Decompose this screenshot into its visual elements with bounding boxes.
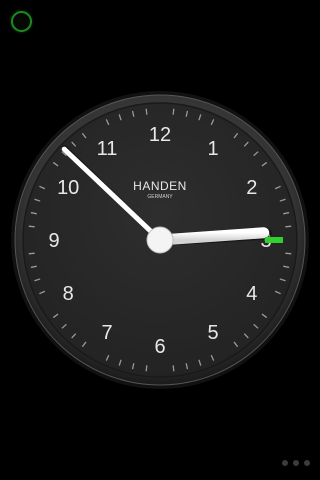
hour-numeral: 5 (207, 322, 218, 344)
analog-clock: 121234567891011 HANDEN GERMANY (10, 90, 310, 390)
minute-tick (172, 365, 175, 372)
minute-tick (285, 225, 292, 228)
page-indicator (282, 460, 310, 466)
hour-numeral: 10 (57, 177, 79, 199)
page-dot[interactable] (282, 460, 288, 466)
page-dot[interactable] (304, 460, 310, 466)
minute-tick (172, 108, 175, 115)
minute-tick (28, 252, 35, 255)
hour-numeral: 6 (154, 336, 165, 358)
minute-tick (145, 365, 148, 372)
center-cap (146, 226, 174, 254)
hour-numeral: 4 (246, 283, 257, 305)
hour-numeral: 7 (101, 322, 112, 344)
hour-numeral: 1 (207, 138, 218, 160)
hour-hand (154, 227, 270, 246)
brand-subtitle: GERMANY (147, 194, 173, 200)
hour-numeral: 12 (149, 124, 171, 146)
minute-tick (285, 252, 292, 255)
page-dot[interactable] (293, 460, 299, 466)
hour-numeral: 11 (97, 138, 118, 160)
brand-label: HANDEN (133, 179, 187, 193)
status-ring-icon[interactable] (11, 11, 32, 32)
hour-numeral: 8 (63, 283, 74, 305)
clock-face: 121234567891011 HANDEN GERMANY (11, 91, 309, 389)
hour-numeral: 2 (246, 177, 257, 199)
hour-numeral: 9 (48, 230, 59, 252)
minute-tick (28, 225, 35, 228)
minute-tick (145, 108, 148, 115)
